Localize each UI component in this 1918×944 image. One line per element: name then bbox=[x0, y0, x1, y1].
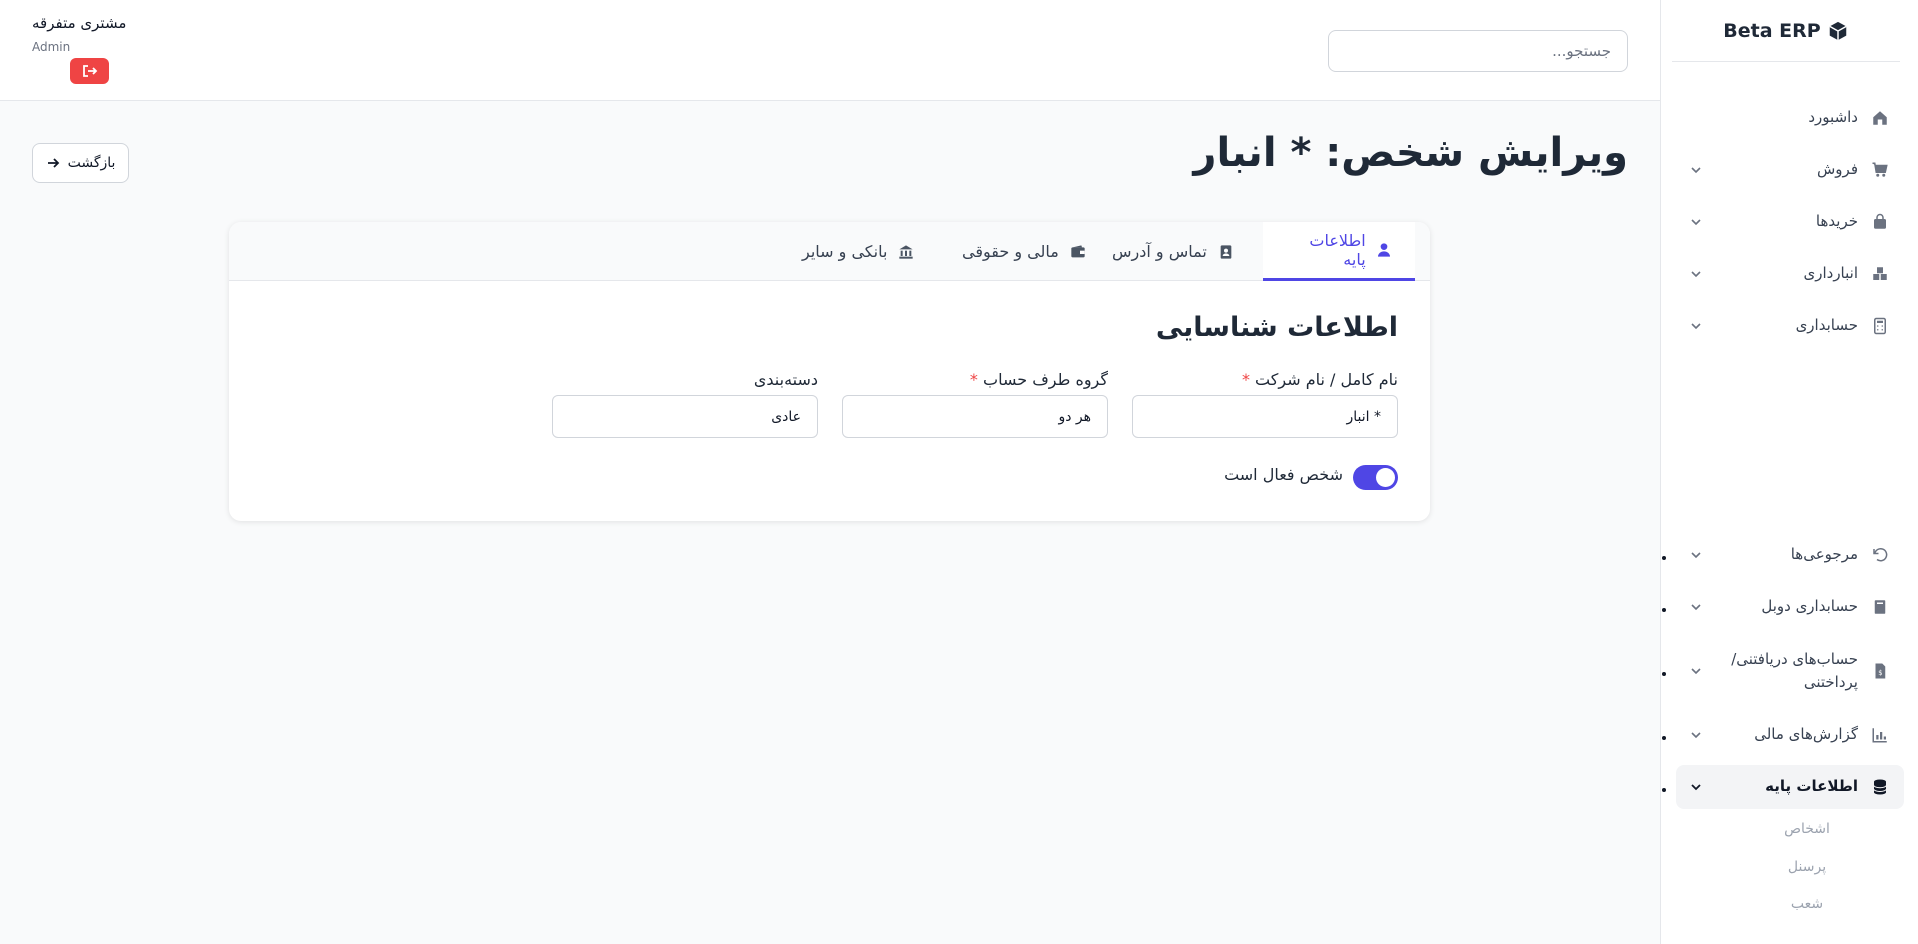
undo-icon bbox=[1870, 545, 1890, 565]
brand[interactable]: Beta ERP bbox=[1672, 0, 1900, 62]
sidebar-subitem-persons[interactable]: اشخاص bbox=[1732, 821, 1882, 837]
chevron-down-icon[interactable] bbox=[1688, 547, 1704, 563]
bag-icon bbox=[1870, 212, 1890, 232]
bullet bbox=[1662, 556, 1666, 560]
sidebar-item-sales[interactable]: فروش bbox=[1676, 148, 1904, 192]
tab-label: بانکی و سایر bbox=[802, 242, 888, 261]
tab-contact-address[interactable]: تماس و آدرس bbox=[1090, 222, 1257, 281]
sidebar-item-label: اطلاعات پایه bbox=[1765, 777, 1858, 796]
sidebar: Beta ERP داشبورد فروش خریدها انبارداری ح… bbox=[1660, 0, 1918, 944]
invoice-icon: $ bbox=[1870, 661, 1890, 681]
sidebar-item-label: حساب‌های دریافتنی/ پرداختنی bbox=[1731, 649, 1858, 691]
chevron-down-icon[interactable] bbox=[1688, 214, 1704, 230]
user-name: مشتری متفرقه bbox=[32, 14, 127, 32]
bullet bbox=[1662, 672, 1666, 676]
logout-button[interactable] bbox=[70, 58, 109, 84]
active-toggle[interactable] bbox=[1353, 465, 1398, 490]
active-toggle-label: شخص فعال است bbox=[1224, 465, 1343, 484]
cart-icon bbox=[1870, 160, 1890, 180]
required-mark: * bbox=[969, 370, 978, 389]
field-label-text: نام کامل / نام شرکت bbox=[1255, 370, 1398, 389]
brand-name: Beta ERP bbox=[1723, 19, 1821, 42]
calculator-icon bbox=[1870, 316, 1890, 336]
tab-label: اطلاعات پایه bbox=[1309, 231, 1366, 269]
tab-basic-info[interactable]: اطلاعات پایه bbox=[1263, 222, 1415, 281]
toggle-knob bbox=[1376, 468, 1395, 487]
sidebar-item-label: گزارش‌های مالی bbox=[1754, 725, 1858, 744]
bullet bbox=[1662, 608, 1666, 612]
chevron-down-icon[interactable] bbox=[1688, 318, 1704, 334]
chevron-down-icon[interactable] bbox=[1688, 162, 1704, 178]
contact-icon bbox=[1217, 243, 1235, 261]
back-button[interactable]: بازگشت bbox=[32, 143, 129, 183]
sidebar-item-label: حسابداری دوبل bbox=[1761, 597, 1858, 616]
chevron-down-icon[interactable] bbox=[1688, 599, 1704, 615]
bullet bbox=[1662, 736, 1666, 740]
sidebar-item-base-info[interactable]: اطلاعات پایه bbox=[1676, 765, 1904, 809]
chevron-down-icon[interactable] bbox=[1688, 266, 1704, 282]
page-title: ویرایش شخص: * انبار bbox=[1193, 130, 1628, 176]
required-mark: * bbox=[1241, 370, 1250, 389]
full-name-input[interactable] bbox=[1132, 395, 1398, 438]
full-name-label: نام کامل / نام شرکت * bbox=[1242, 370, 1398, 389]
back-label: بازگشت bbox=[67, 155, 116, 171]
account-group-label: گروه طرف حساب * bbox=[970, 370, 1108, 389]
sidebar-item-accounting[interactable]: حسابداری bbox=[1676, 304, 1904, 348]
sidebar-item-label: داشبورد bbox=[1808, 108, 1858, 127]
sidebar-item-label: حسابداری bbox=[1795, 316, 1858, 335]
sidebar-item-label: مرجوعی‌ها bbox=[1790, 545, 1858, 564]
tab-bar: اطلاعات پایه تماس و آدرس مالی و حقوقی با… bbox=[229, 222, 1430, 281]
book-icon bbox=[1870, 597, 1890, 617]
tab-financial-legal[interactable]: مالی و حقوقی bbox=[940, 222, 1109, 281]
field-label-text: گروه طرف حساب bbox=[983, 370, 1108, 389]
svg-text:$: $ bbox=[1878, 669, 1882, 677]
home-icon bbox=[1870, 108, 1890, 128]
chevron-down-icon[interactable] bbox=[1688, 663, 1704, 679]
sidebar-item-returns[interactable]: مرجوعی‌ها bbox=[1676, 533, 1904, 577]
chevron-down-icon[interactable] bbox=[1688, 727, 1704, 743]
wallet-icon bbox=[1069, 243, 1087, 261]
sidebar-item-warehouse[interactable]: انبارداری bbox=[1676, 252, 1904, 296]
category-select[interactable] bbox=[552, 395, 818, 438]
section-title: اطلاعات شناسایی bbox=[1155, 312, 1398, 343]
sidebar-subitem-branches[interactable]: شعب bbox=[1732, 896, 1882, 912]
search-input[interactable] bbox=[1328, 30, 1628, 72]
tab-label: مالی و حقوقی bbox=[962, 242, 1059, 261]
sidebar-item-label: خریدها bbox=[1815, 212, 1858, 231]
cube-icon bbox=[1829, 21, 1847, 40]
sidebar-item-double-accounting[interactable]: حسابداری دوبل bbox=[1676, 585, 1904, 629]
sidebar-item-label: انبارداری bbox=[1803, 264, 1858, 283]
tab-bank-other[interactable]: بانکی و سایر bbox=[780, 222, 937, 281]
warehouse-icon bbox=[1870, 264, 1890, 284]
sidebar-item-financial-reports[interactable]: گزارش‌های مالی bbox=[1676, 713, 1904, 757]
arrow-right-icon bbox=[47, 158, 59, 168]
top-header: مشتری متفرقه Admin bbox=[0, 0, 1660, 101]
category-label: دسته‌بندی bbox=[754, 370, 818, 389]
chevron-down-icon[interactable] bbox=[1688, 779, 1704, 795]
tab-label: تماس و آدرس bbox=[1112, 242, 1207, 261]
edit-person-card: اطلاعات پایه تماس و آدرس مالی و حقوقی با… bbox=[229, 222, 1430, 521]
database-icon bbox=[1870, 777, 1890, 797]
user-role: Admin bbox=[32, 40, 71, 54]
bullet bbox=[1662, 788, 1666, 792]
chart-icon bbox=[1870, 725, 1890, 745]
sidebar-item-label: فروش bbox=[1816, 160, 1858, 179]
bank-icon bbox=[897, 243, 915, 261]
sidebar-item-purchases[interactable]: خریدها bbox=[1676, 200, 1904, 244]
field-label-text: دسته‌بندی bbox=[753, 370, 818, 389]
user-icon bbox=[1376, 241, 1393, 259]
logout-icon bbox=[82, 65, 97, 77]
account-group-select[interactable] bbox=[842, 395, 1108, 438]
sidebar-item-dashboard[interactable]: داشبورد bbox=[1676, 96, 1904, 140]
sidebar-item-receivables[interactable]: $ حساب‌های دریافتنی/ پرداختنی bbox=[1676, 641, 1904, 701]
sidebar-subitem-personnel[interactable]: پرسنل bbox=[1732, 859, 1882, 875]
